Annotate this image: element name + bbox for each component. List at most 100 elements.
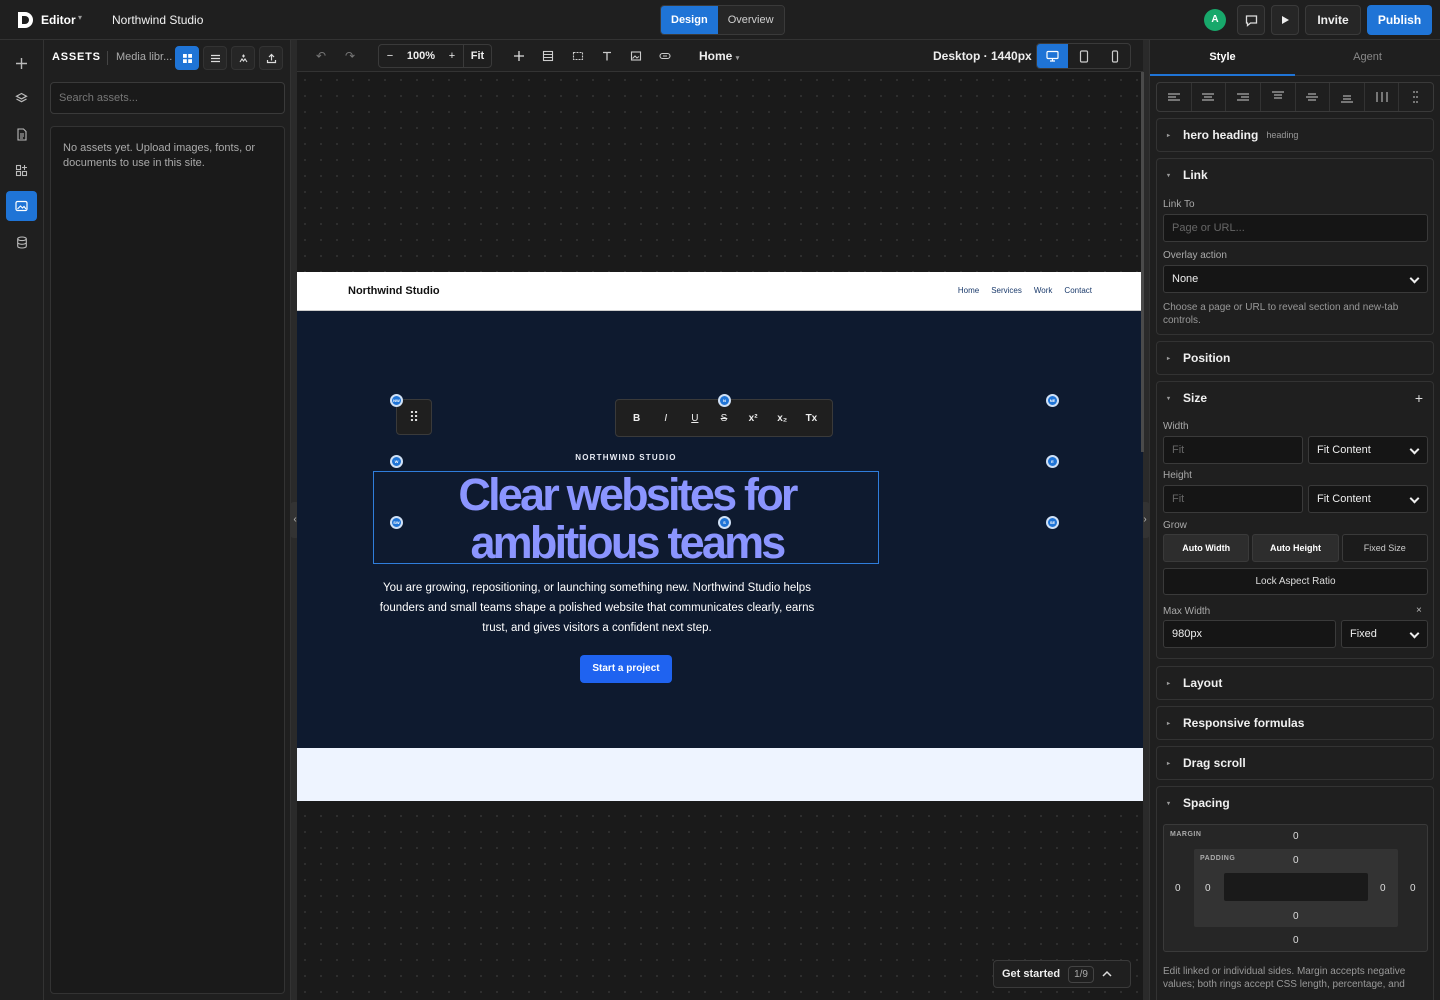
- grid-view-button[interactable]: [175, 46, 199, 70]
- resize-handle-ne[interactable]: NE: [1046, 394, 1059, 407]
- overlay-action-select[interactable]: None: [1163, 265, 1428, 293]
- spacing-section-header[interactable]: ▾ Spacing: [1157, 787, 1433, 819]
- project-name[interactable]: Northwind Studio: [112, 13, 203, 27]
- max-width-field[interactable]: 980px: [1163, 620, 1336, 648]
- invite-button[interactable]: Invite: [1305, 5, 1361, 35]
- fit-button[interactable]: Fit: [463, 45, 491, 67]
- rail-layers-button[interactable]: [6, 83, 37, 113]
- distribute-horizontal-icon[interactable]: [1365, 83, 1400, 111]
- resize-handle-nw[interactable]: NW: [390, 394, 403, 407]
- padding-top-value[interactable]: 0: [1293, 855, 1299, 866]
- list-view-button[interactable]: [203, 46, 227, 70]
- upload-button[interactable]: [259, 46, 283, 70]
- clear-max-width-icon[interactable]: ×: [1416, 605, 1422, 616]
- resize-handle-w[interactable]: W: [390, 455, 403, 468]
- hero-body-text[interactable]: You are growing, repositioning, or launc…: [372, 578, 822, 638]
- publish-button[interactable]: Publish: [1367, 5, 1432, 35]
- page-select[interactable]: Home ▾: [699, 49, 739, 63]
- rail-assets-button[interactable]: [6, 191, 37, 221]
- padding-bottom-value[interactable]: 0: [1293, 911, 1299, 922]
- app-name[interactable]: Editor: [41, 13, 76, 27]
- height-mode-select[interactable]: Fit Content: [1308, 485, 1428, 513]
- site-nav[interactable]: Northwind Studio Home Services Work Cont…: [297, 272, 1143, 311]
- size-section-header[interactable]: ▾ Size +: [1157, 382, 1433, 414]
- rail-components-button[interactable]: [6, 155, 37, 185]
- width-mode-select[interactable]: Fit Content: [1308, 436, 1428, 464]
- height-field[interactable]: Fit: [1163, 485, 1303, 513]
- lock-aspect-ratio-button[interactable]: Lock Aspect Ratio: [1163, 568, 1428, 595]
- add-size-icon[interactable]: +: [1415, 390, 1423, 406]
- rail-pages-button[interactable]: [6, 119, 37, 149]
- get-started-widget[interactable]: Get started 1/9: [993, 960, 1131, 988]
- canvas-scrollbar[interactable]: [1141, 72, 1144, 452]
- app-menu-caret-icon[interactable]: ▾: [78, 13, 82, 22]
- margin-right-value[interactable]: 0: [1410, 883, 1416, 894]
- margin-bottom-value[interactable]: 0: [1293, 935, 1299, 946]
- subscript-button[interactable]: x₂: [772, 413, 792, 424]
- resize-handle-s[interactable]: S: [718, 516, 731, 529]
- mobile-icon[interactable]: [1099, 44, 1130, 68]
- underline-button[interactable]: U: [685, 413, 705, 424]
- text-icon[interactable]: [598, 47, 616, 65]
- padding-right-value[interactable]: 0: [1380, 883, 1386, 894]
- desktop-icon[interactable]: [1037, 44, 1068, 68]
- preview-button[interactable]: [1271, 5, 1299, 35]
- grow-auto-height[interactable]: Auto Height: [1252, 534, 1339, 562]
- chevron-up-icon[interactable]: [1102, 970, 1112, 978]
- grow-auto-width[interactable]: Auto Width: [1163, 534, 1250, 562]
- search-input[interactable]: [50, 82, 285, 114]
- zoom-level[interactable]: 100%: [401, 50, 441, 62]
- align-middle-icon[interactable]: [1296, 83, 1331, 111]
- distribute-vertical-icon[interactable]: [1399, 83, 1433, 111]
- canvas[interactable]: Northwind Studio Home Services Work Cont…: [297, 72, 1143, 1000]
- align-center-icon[interactable]: [1192, 83, 1227, 111]
- align-bottom-icon[interactable]: [1330, 83, 1365, 111]
- zoom-out-button[interactable]: −: [379, 50, 401, 62]
- undo-icon[interactable]: ↶: [312, 47, 330, 65]
- position-section[interactable]: ▸ Position: [1156, 341, 1434, 375]
- responsive-formulas-section[interactable]: ▸ Responsive formulas: [1156, 706, 1434, 740]
- layout-section[interactable]: ▸ Layout: [1156, 666, 1434, 700]
- max-width-mode-select[interactable]: Fixed: [1341, 620, 1428, 648]
- resize-handle-n[interactable]: N: [718, 394, 731, 407]
- section-icon[interactable]: [539, 47, 557, 65]
- element-header[interactable]: ▸ hero heading heading: [1156, 118, 1434, 152]
- rail-data-button[interactable]: [6, 227, 37, 257]
- tab-overview[interactable]: Overview: [717, 6, 784, 34]
- hero-section[interactable]: ⠿ B I U S x² x₂ Tx NORTHWIND STUDIO Clea…: [297, 311, 1143, 748]
- app-logo-icon[interactable]: [16, 11, 34, 29]
- align-right-icon[interactable]: [1226, 83, 1261, 111]
- next-section[interactable]: [297, 748, 1143, 801]
- add-element-icon[interactable]: [510, 47, 528, 65]
- link-to-field[interactable]: Page or URL...: [1163, 214, 1428, 242]
- media-library-label[interactable]: Media libr...: [116, 51, 172, 63]
- tab-agent[interactable]: Agent: [1295, 40, 1440, 76]
- strikethrough-button[interactable]: S: [714, 413, 734, 424]
- link-section-header[interactable]: ▾ Link: [1157, 159, 1433, 191]
- image-tool-icon[interactable]: [627, 47, 645, 65]
- tablet-icon[interactable]: [1068, 44, 1099, 68]
- site-nav-link-services[interactable]: Services: [991, 286, 1022, 295]
- resize-handle-sw[interactable]: SW: [390, 516, 403, 529]
- generate-asset-button[interactable]: [231, 46, 255, 70]
- italic-button[interactable]: I: [656, 413, 676, 424]
- align-top-icon[interactable]: [1261, 83, 1296, 111]
- grow-fixed-size[interactable]: Fixed Size: [1341, 534, 1428, 562]
- site-nav-link-home[interactable]: Home: [958, 286, 979, 295]
- site-brand[interactable]: Northwind Studio: [348, 285, 440, 297]
- padding-left-value[interactable]: 0: [1205, 883, 1211, 894]
- align-left-icon[interactable]: [1157, 83, 1192, 111]
- frame-icon[interactable]: [569, 47, 587, 65]
- tab-design[interactable]: Design: [661, 6, 718, 34]
- drag-scroll-section[interactable]: ▸ Drag scroll: [1156, 746, 1434, 780]
- avatar[interactable]: A: [1204, 9, 1226, 31]
- site-nav-link-work[interactable]: Work: [1034, 286, 1053, 295]
- redo-icon[interactable]: ↷: [341, 47, 359, 65]
- bold-button[interactable]: B: [627, 413, 647, 424]
- tab-style[interactable]: Style: [1150, 40, 1295, 76]
- button-tool-icon[interactable]: [656, 47, 674, 65]
- start-project-button[interactable]: Start a project: [580, 655, 672, 683]
- clear-format-button[interactable]: Tx: [801, 413, 821, 424]
- resize-handle-se[interactable]: SE: [1046, 516, 1059, 529]
- comments-button[interactable]: [1237, 5, 1265, 35]
